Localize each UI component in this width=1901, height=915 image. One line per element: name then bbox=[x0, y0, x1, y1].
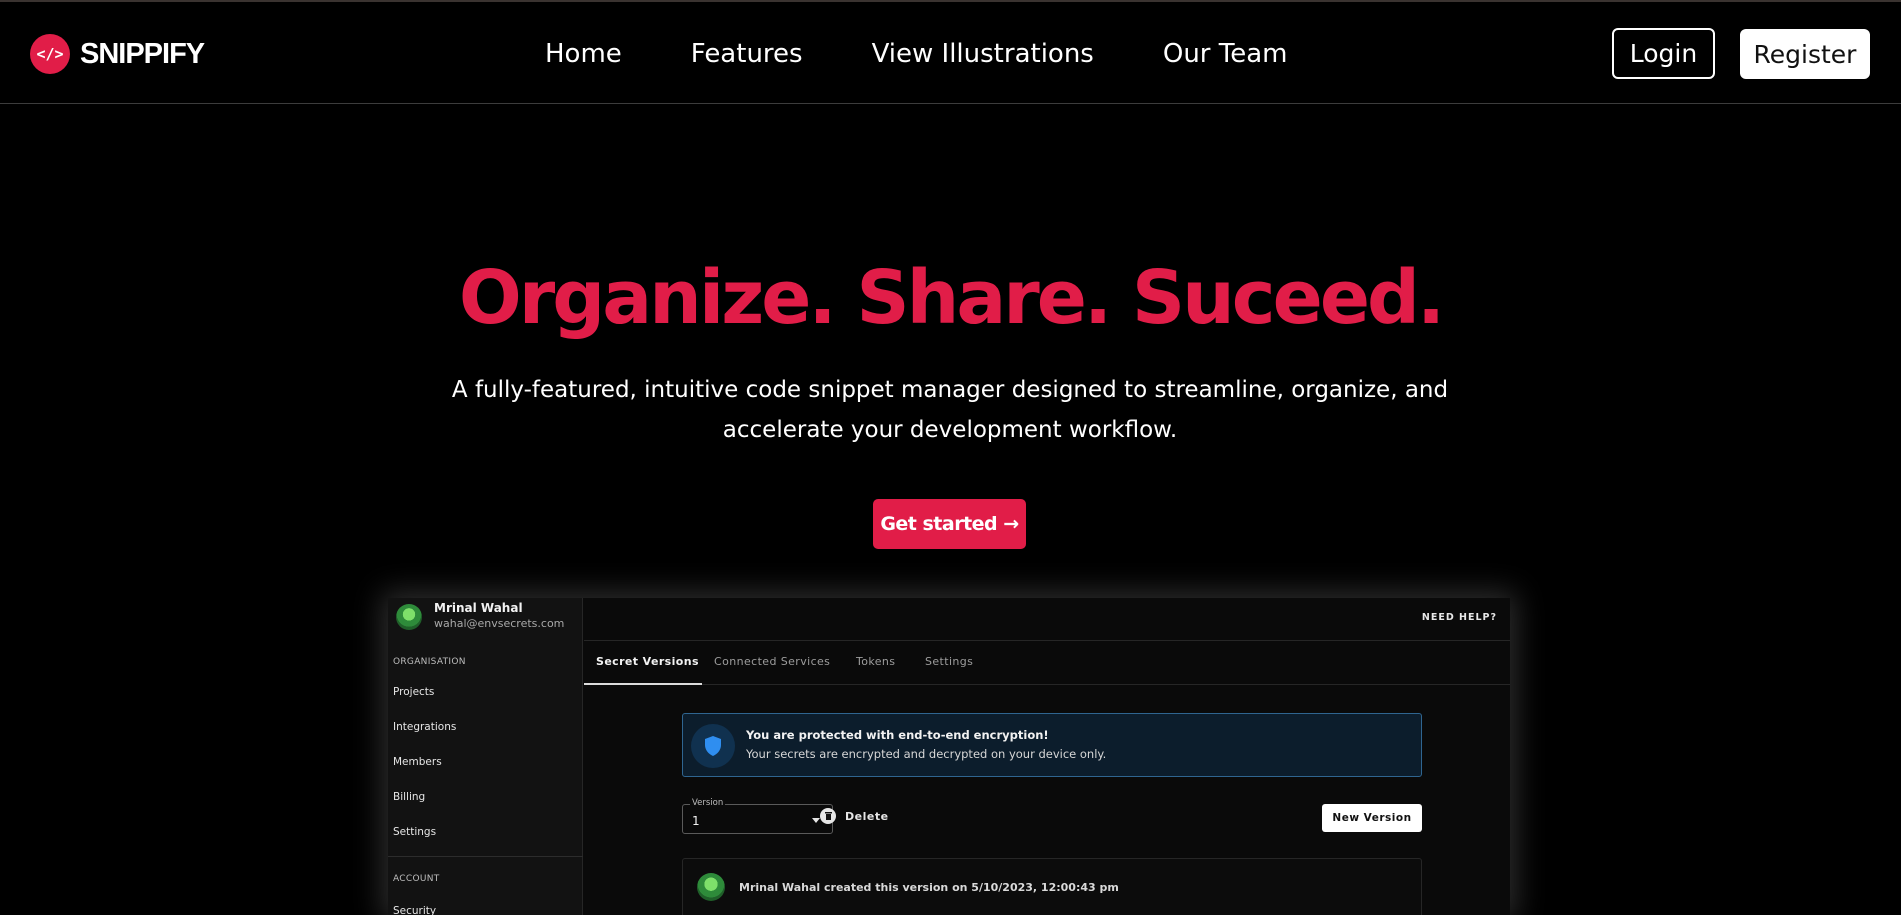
sidebar-item-integrations[interactable]: Integrations bbox=[393, 721, 456, 733]
chevron-down-icon bbox=[812, 818, 820, 823]
sidebar-item-projects[interactable]: Projects bbox=[393, 686, 434, 698]
tab-connected-services[interactable]: Connected Services bbox=[714, 655, 830, 668]
trash-icon bbox=[820, 808, 836, 824]
user-name: Mrinal Wahal bbox=[434, 601, 523, 615]
hero-title: Organize. Share. Suceed. bbox=[458, 255, 1445, 341]
encryption-notice: You are protected with end-to-end encryp… bbox=[682, 713, 1422, 777]
avatar bbox=[697, 873, 725, 901]
delete-label: Delete bbox=[845, 809, 889, 823]
need-help-link[interactable]: NEED HELP? bbox=[1422, 612, 1497, 623]
tab-settings[interactable]: Settings bbox=[925, 655, 973, 668]
delete-button[interactable]: Delete bbox=[820, 808, 889, 824]
brand-name: SNIPPIFY bbox=[80, 37, 205, 70]
brand-logo[interactable]: </> SNIPPIFY bbox=[30, 34, 205, 74]
nav-team-link[interactable]: Our Team bbox=[1163, 39, 1288, 69]
user-email: wahal@envsecrets.com bbox=[434, 617, 565, 630]
organisation-heading: ORGANISATION bbox=[393, 657, 466, 667]
nav-home-link[interactable]: Home bbox=[545, 39, 622, 69]
tab-secret-versions[interactable]: Secret Versions bbox=[596, 655, 699, 668]
register-button[interactable]: Register bbox=[1740, 29, 1870, 79]
version-activity-card: Mrinal Wahal created this version on 5/1… bbox=[682, 858, 1422, 915]
preview-sidebar: Mrinal Wahal wahal@envsecrets.com ORGANI… bbox=[388, 598, 583, 915]
new-version-button[interactable]: New Version bbox=[1322, 804, 1422, 832]
shield-icon bbox=[691, 724, 735, 768]
login-button[interactable]: Login bbox=[1612, 28, 1715, 79]
preview-header: NEED HELP? bbox=[584, 598, 1510, 641]
preview-tabs: Secret Versions Connected Services Token… bbox=[584, 641, 1510, 685]
account-heading: ACCOUNT bbox=[393, 874, 440, 884]
version-activity-text: Mrinal Wahal created this version on 5/1… bbox=[739, 881, 1119, 894]
main-nav: Home Features View Illustrations Our Tea… bbox=[545, 32, 1287, 76]
notice-text: Your secrets are encrypted and decrypted… bbox=[746, 747, 1107, 761]
sidebar-item-security[interactable]: Security bbox=[393, 905, 436, 915]
sidebar-item-billing[interactable]: Billing bbox=[393, 791, 425, 803]
tab-tokens[interactable]: Tokens bbox=[856, 655, 895, 668]
code-icon: </> bbox=[30, 34, 70, 74]
top-navbar: </> SNIPPIFY Home Features View Illustra… bbox=[0, 0, 1901, 104]
hero-subtitle: A fully-featured, intuitive code snippet… bbox=[451, 377, 1449, 443]
nav-features-link[interactable]: Features bbox=[691, 39, 803, 69]
sidebar-item-members[interactable]: Members bbox=[393, 756, 442, 768]
version-label: Version bbox=[690, 798, 726, 808]
get-started-button[interactable]: Get started → bbox=[873, 499, 1026, 549]
nav-illustrations-link[interactable]: View Illustrations bbox=[872, 39, 1094, 69]
app-preview-screenshot: Mrinal Wahal wahal@envsecrets.com ORGANI… bbox=[388, 598, 1510, 915]
version-value: 1 bbox=[692, 814, 700, 828]
notice-title: You are protected with end-to-end encryp… bbox=[746, 728, 1049, 742]
version-select[interactable]: Version 1 bbox=[682, 798, 833, 834]
active-tab-indicator bbox=[584, 683, 702, 685]
sidebar-item-settings[interactable]: Settings bbox=[393, 826, 436, 838]
user-profile[interactable]: Mrinal Wahal wahal@envsecrets.com bbox=[396, 600, 564, 632]
sidebar-divider bbox=[388, 856, 583, 857]
avatar bbox=[396, 604, 422, 630]
